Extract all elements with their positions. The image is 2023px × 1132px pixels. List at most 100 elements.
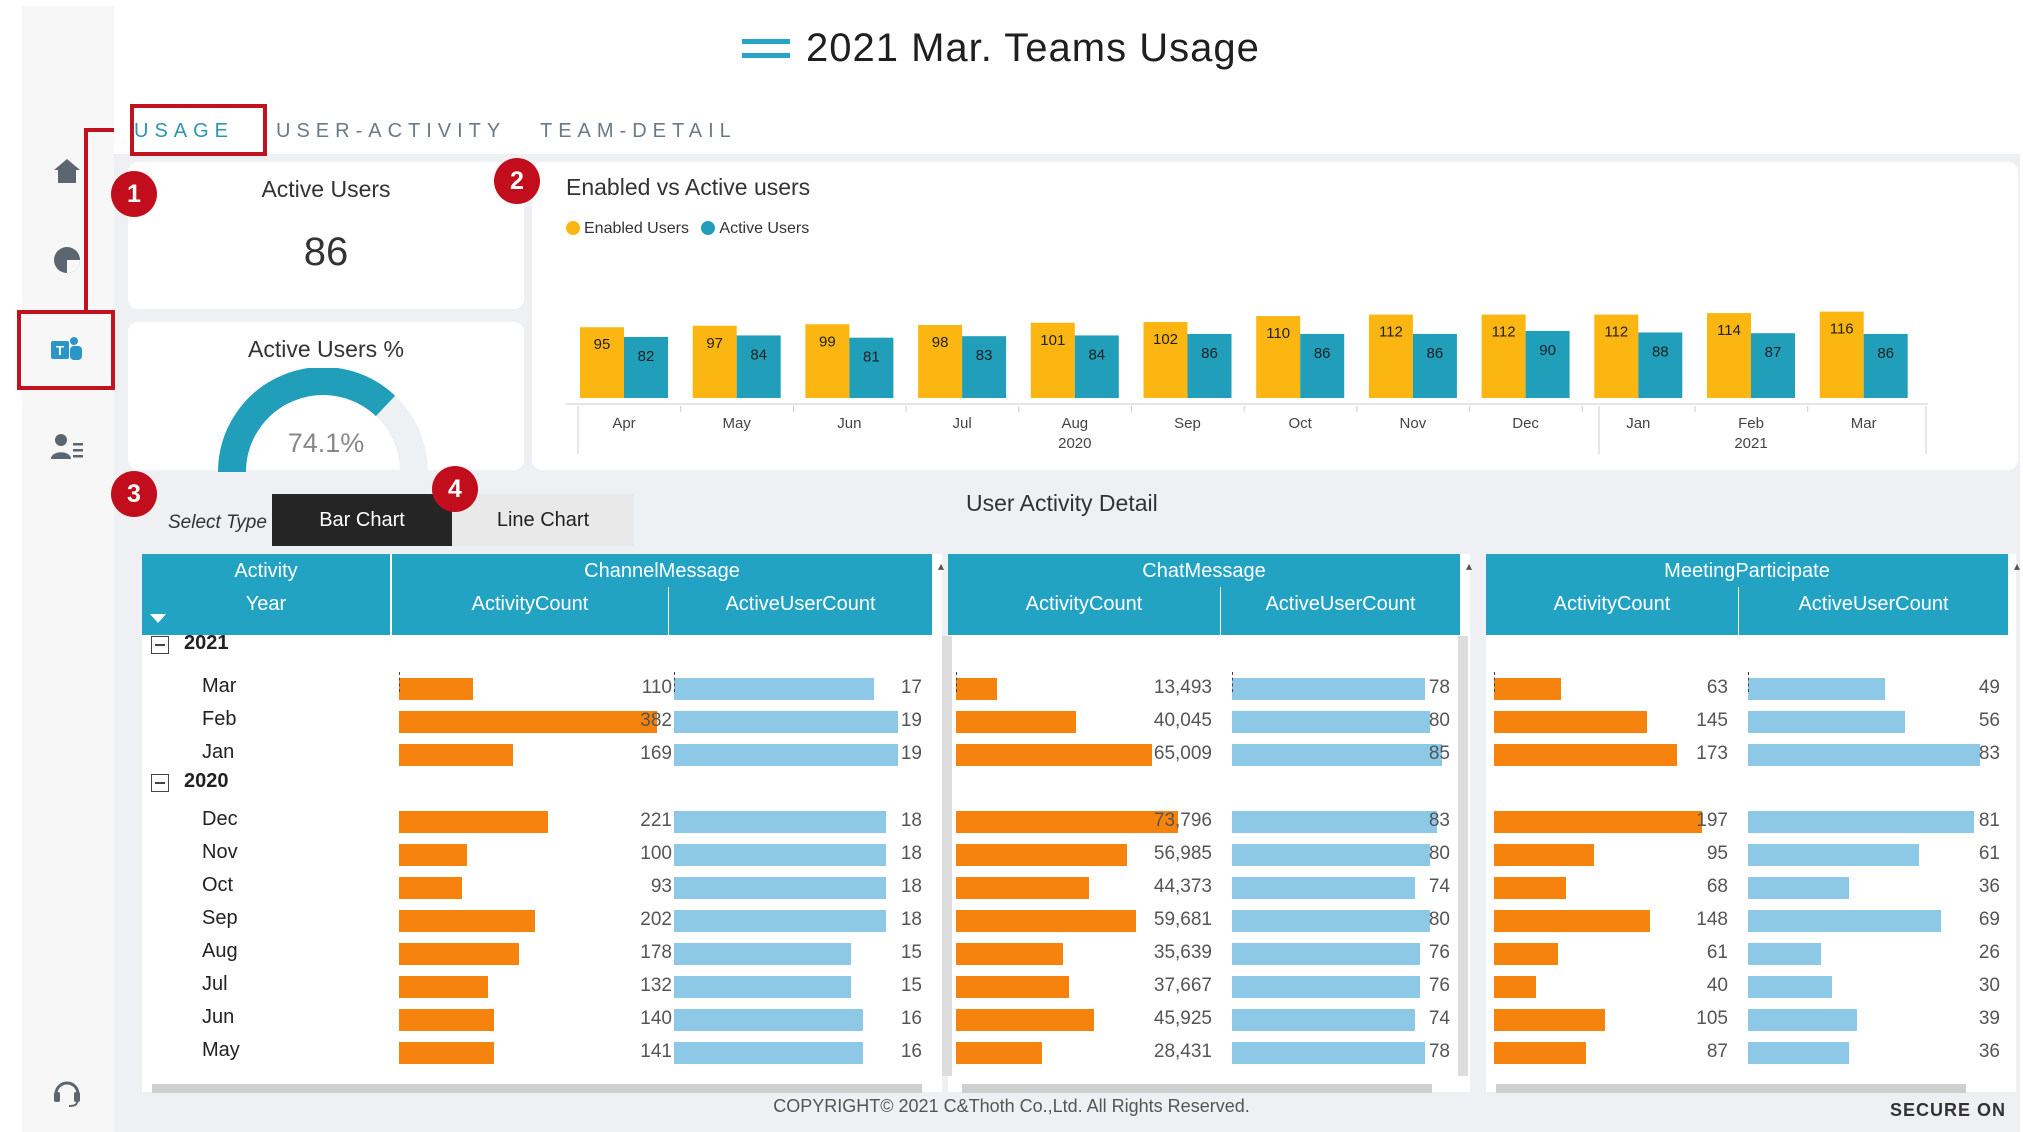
tab-team-detail[interactable]: TEAM-DETAIL	[540, 120, 737, 143]
subcol-header-label: ActiveUserCount	[1798, 593, 1949, 615]
data-label-enabled: 112	[1604, 324, 1628, 341]
data-label-enabled: 116	[1830, 321, 1854, 338]
tab-user-activity[interactable]: USER-ACTIVITY	[276, 120, 506, 143]
x-year-label: 2020	[1058, 435, 1091, 452]
month-label: Jul	[202, 973, 228, 995]
data-label-enabled: 112	[1379, 324, 1403, 341]
data-label-enabled: 95	[594, 336, 611, 353]
value-active-user-count: 15	[900, 975, 922, 996]
value-active-user-count: 15	[900, 942, 922, 963]
title-wrap: 2021 Mar. Teams Usage	[742, 26, 1260, 71]
selected-nav-highlight	[17, 310, 115, 390]
value-activity-count: 40,045	[1153, 710, 1212, 731]
bar-activity-count	[956, 976, 1070, 998]
value-activity-count: 93	[650, 876, 672, 897]
value-active-user-count: 18	[900, 843, 922, 864]
bar-activity-count	[1494, 910, 1651, 932]
value-activity-count: 40	[1706, 975, 1728, 996]
bar-active-user-count	[1748, 711, 1905, 733]
value-activity-count: 35,639	[1153, 942, 1212, 963]
data-label-enabled: 99	[819, 333, 836, 350]
data-label-active: 90	[1539, 342, 1556, 359]
bar-activity-count	[956, 844, 1128, 866]
report-canvas: T 2021 Mar. Teams Usage USAGE USER-ACTIV…	[17, 6, 2020, 1132]
bar-active	[1300, 333, 1345, 398]
value-active-user-count: 85	[1428, 743, 1450, 764]
value-active-user-count: 19	[900, 743, 922, 764]
bar-activity-count	[956, 711, 1077, 733]
vertical-scrollbar[interactable]	[942, 636, 952, 1076]
x-tick-label: Aug	[1061, 415, 1088, 432]
value-active-user-count: 19	[900, 710, 922, 731]
bar-activity-count	[956, 943, 1064, 965]
scroll-up-icon[interactable]: ▴	[1466, 559, 1472, 573]
value-active-user-count: 76	[1428, 975, 1450, 996]
active-users-card: Active Users 86	[128, 162, 524, 309]
value-activity-count: 202	[640, 909, 672, 930]
bar-active	[1187, 333, 1232, 398]
data-label-active: 81	[863, 349, 880, 366]
month-label: Oct	[202, 874, 234, 896]
bar-activity-count	[399, 811, 549, 833]
data-label-active: 86	[1427, 345, 1444, 362]
bar-active-user-count	[1748, 910, 1941, 932]
value-activity-count: 110	[641, 677, 672, 698]
group-header-label: ChatMessage	[1142, 560, 1266, 582]
value-activity-count: 65,009	[1153, 743, 1212, 764]
active-pct-title: Active Users %	[248, 336, 404, 362]
footer-copyright: COPYRIGHT© 2021 C&Thoth Co.,Ltd. All Rig…	[773, 1096, 1250, 1116]
bar-activity-count	[399, 877, 462, 899]
x-tick-label: Dec	[1512, 415, 1539, 432]
bar-active-user-count	[1748, 1042, 1849, 1064]
value-active-user-count: 18	[900, 909, 922, 930]
bar-activity-count	[399, 844, 467, 866]
month-label: Mar	[202, 675, 237, 697]
value-active-user-count: 36	[1978, 876, 2000, 897]
value-active-user-count: 74	[1428, 1008, 1450, 1029]
x-tick-label: Apr	[612, 415, 635, 432]
bar-active-user-count	[1748, 877, 1849, 899]
vertical-scrollbar[interactable]	[1458, 636, 1468, 1076]
data-label-active: 86	[1877, 345, 1894, 362]
bar-baseline	[1748, 672, 1749, 692]
menu-icon[interactable]	[742, 36, 790, 62]
x-tick-label: Mar	[1851, 415, 1877, 432]
bar-activity-count	[399, 678, 474, 700]
value-active-user-count: 56	[1978, 710, 2000, 731]
bar-active	[1751, 333, 1795, 398]
month-label: Jun	[202, 1006, 235, 1028]
subcol-header-label: ActivityCount	[1553, 593, 1671, 615]
x-tick-label: Jun	[837, 415, 861, 432]
bar-baseline	[674, 672, 675, 692]
horizontal-scrollbar[interactable]	[152, 1084, 922, 1093]
x-tick-label: Nov	[1400, 415, 1427, 432]
bar-activity-count	[1494, 943, 1559, 965]
value-activity-count: 173	[1696, 743, 1728, 764]
header: 2021 Mar. Teams Usage	[114, 6, 2020, 110]
bar-active-user-count	[674, 976, 851, 998]
horizontal-scrollbar[interactable]	[1496, 1084, 1966, 1093]
value-activity-count: 197	[1696, 810, 1728, 831]
user-list-icon[interactable]	[47, 426, 87, 466]
bar-baseline	[1494, 672, 1495, 692]
value-activity-count: 68	[1706, 876, 1728, 897]
horizontal-scrollbar[interactable]	[962, 1084, 1432, 1093]
value-active-user-count: 78	[1428, 1041, 1450, 1062]
scroll-up-icon[interactable]: ▴	[2014, 559, 2020, 573]
subcol-header-label: ActivityCount	[471, 593, 589, 615]
value-active-user-count: 78	[1428, 677, 1450, 698]
bar-active	[962, 336, 1007, 398]
value-active-user-count: 80	[1428, 710, 1450, 731]
value-active-user-count: 81	[1978, 810, 2000, 831]
bar-activity-count	[399, 1009, 494, 1031]
value-active-user-count: 61	[1978, 843, 2000, 864]
sort-desc-icon[interactable]	[150, 614, 166, 623]
bar-activity-count	[956, 877, 1090, 899]
data-label-enabled: 101	[1040, 332, 1065, 349]
value-activity-count: 87	[1706, 1041, 1728, 1062]
value-activity-count: 37,667	[1153, 975, 1212, 996]
enabled-vs-active-card: Enabled vs Active users Enabled Users Ac…	[532, 162, 2018, 470]
bar-active-user-count	[1748, 1009, 1857, 1031]
scroll-up-icon[interactable]: ▴	[938, 559, 944, 573]
bar-active-user-count	[674, 678, 875, 700]
